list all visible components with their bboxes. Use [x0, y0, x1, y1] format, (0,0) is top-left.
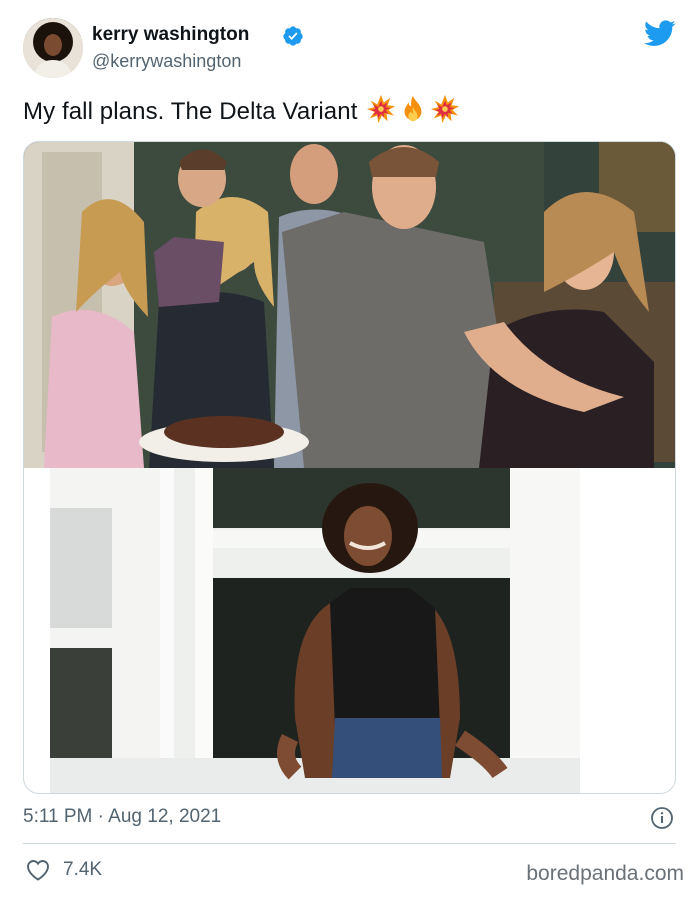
window-photo[interactable] [50, 468, 580, 793]
heart-icon [27, 860, 49, 881]
display-name[interactable]: kerry washington [92, 24, 249, 46]
tweet-text: My fall plans. The Delta Variant [23, 94, 460, 126]
footer-divider [23, 843, 676, 844]
info-icon[interactable] [650, 806, 674, 830]
avatar[interactable] [23, 18, 83, 78]
handle[interactable]: @kerrywashington [92, 51, 241, 72]
tweet-timestamp[interactable]: 5:11 PM · Aug 12, 2021 [23, 806, 221, 828]
fire-emoji-icon [404, 95, 422, 122]
like-count: 7.4K [63, 859, 103, 880]
collision-emoji-icon [431, 94, 460, 124]
boredpanda-watermark: boredpanda.com [526, 862, 684, 885]
group-photo[interactable] [24, 142, 675, 468]
tweet-media[interactable] [23, 141, 676, 794]
tweet-card: kerry washington @kerrywashington My fal… [0, 0, 700, 897]
twitter-bird-icon[interactable] [644, 20, 676, 47]
collision-emoji-icon [367, 94, 396, 124]
verified-badge-icon [283, 26, 303, 46]
like-button[interactable]: 7.4K [26, 857, 102, 883]
tweet-text-content: My fall plans. The Delta Variant [23, 98, 358, 125]
